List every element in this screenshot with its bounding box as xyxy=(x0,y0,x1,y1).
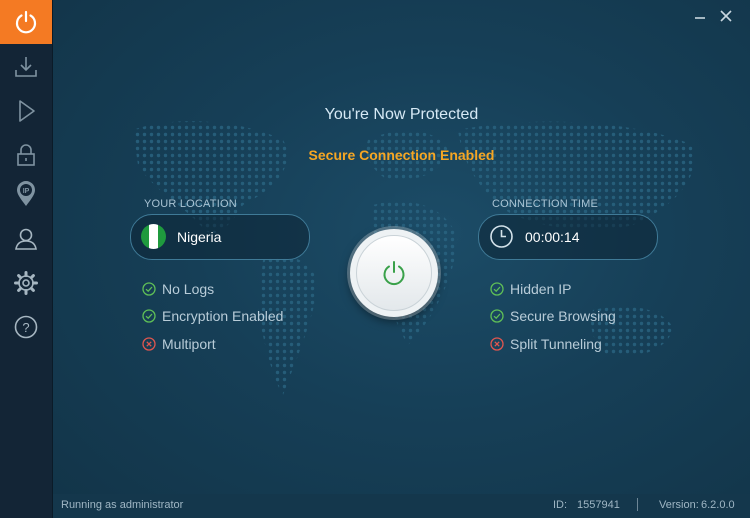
feature-label: Hidden IP xyxy=(510,281,572,297)
feature-label: Encryption Enabled xyxy=(162,308,284,324)
sidebar-item-account[interactable] xyxy=(0,217,52,261)
check-circle-icon xyxy=(490,309,504,323)
location-label: YOUR LOCATION xyxy=(144,198,237,210)
feature-hidden-ip: Hidden IP xyxy=(490,280,571,298)
check-circle-icon xyxy=(142,282,156,296)
help-icon: ? xyxy=(14,315,38,339)
sidebar-item-security[interactable] xyxy=(0,133,52,177)
running-status: Running as administrator xyxy=(61,499,184,511)
feature-label: Multiport xyxy=(162,336,216,352)
connection-time-value: 00:00:14 xyxy=(525,229,580,245)
status-bar: Running as administrator ID: 1557941 Ver… xyxy=(53,494,750,518)
svg-text:IP: IP xyxy=(23,188,30,195)
sidebar-item-settings[interactable] xyxy=(0,261,52,305)
feature-encryption: Encryption Enabled xyxy=(142,307,283,325)
nigeria-flag-icon xyxy=(141,224,166,249)
sidebar-item-streaming[interactable] xyxy=(0,89,52,133)
sidebar-item-downloads[interactable] xyxy=(0,45,52,89)
user-icon xyxy=(15,228,37,250)
ip-pin-icon: IP xyxy=(17,181,35,206)
status-title: You're Now Protected xyxy=(324,106,479,123)
main-panel: You're Now Protected Secure Connection E… xyxy=(53,0,750,518)
disconnect-power-button[interactable] xyxy=(350,229,438,317)
location-selector[interactable]: Nigeria xyxy=(130,214,310,260)
status-divider xyxy=(637,498,638,511)
feature-label: No Logs xyxy=(162,281,215,297)
feature-label: Secure Browsing xyxy=(510,308,616,324)
feature-split-tunneling: Split Tunneling xyxy=(490,335,602,353)
check-circle-icon xyxy=(142,309,156,323)
feature-label: Split Tunneling xyxy=(510,336,602,352)
sidebar: IP ? xyxy=(0,0,53,518)
power-icon xyxy=(15,10,37,34)
location-value: Nigeria xyxy=(177,229,222,245)
x-circle-icon xyxy=(142,337,156,351)
version-label: Version: xyxy=(659,499,699,511)
download-icon xyxy=(15,57,37,77)
version-value: 6.2.0.0 xyxy=(701,499,735,511)
close-button[interactable] xyxy=(717,8,735,24)
sidebar-item-ip-tools[interactable]: IP xyxy=(0,172,52,216)
feature-secure-browsing: Secure Browsing xyxy=(490,307,616,325)
x-circle-icon xyxy=(490,337,504,351)
sidebar-item-connect[interactable] xyxy=(0,0,52,44)
clock-icon xyxy=(490,225,513,248)
connection-time-label: CONNECTION TIME xyxy=(492,198,599,210)
id-value: 1557941 xyxy=(577,499,620,511)
lock-icon xyxy=(17,144,35,166)
close-icon xyxy=(720,10,732,22)
minimize-button[interactable] xyxy=(691,8,709,24)
connection-time-display: 00:00:14 xyxy=(478,214,658,260)
app-window: IP ? You're Now Protected Secure Connect… xyxy=(0,0,750,518)
sidebar-item-help[interactable]: ? xyxy=(0,305,52,349)
play-icon xyxy=(19,100,35,122)
status-subtitle: Secure Connection Enabled xyxy=(308,147,495,163)
feature-no-logs: No Logs xyxy=(142,280,214,298)
check-circle-icon xyxy=(490,282,504,296)
svg-text:?: ? xyxy=(22,320,29,335)
feature-multiport: Multiport xyxy=(142,335,216,353)
id-label: ID: xyxy=(553,499,568,511)
gear-icon xyxy=(14,271,38,295)
power-icon xyxy=(383,261,405,286)
minimize-icon xyxy=(695,17,705,19)
